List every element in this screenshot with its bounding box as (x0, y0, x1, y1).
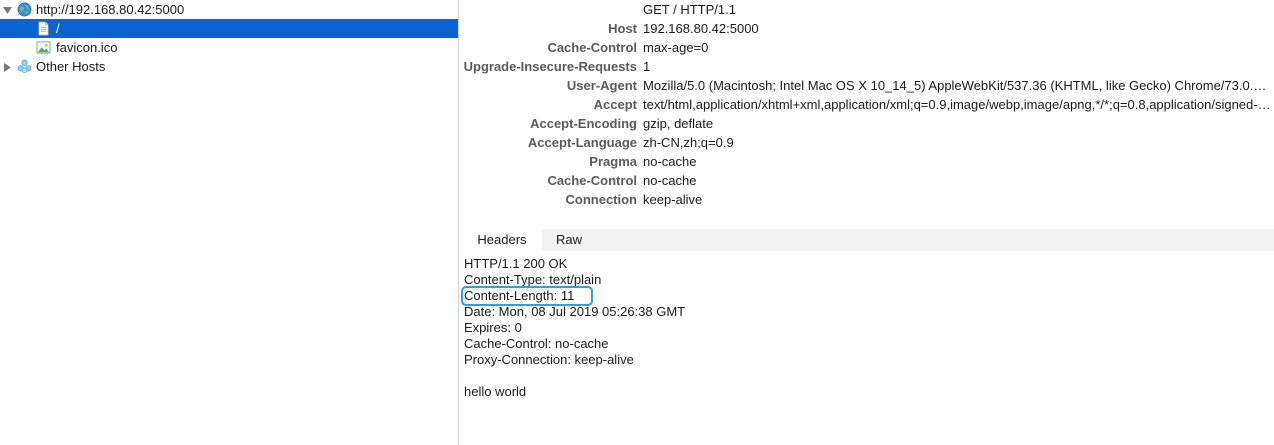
globe-icon (17, 2, 32, 17)
header-key: Cache-Control (547, 173, 637, 188)
request-line: GET / HTTP/1.1 (643, 2, 736, 17)
image-icon (36, 40, 51, 55)
request-line-row: GET / HTTP/1.1 (459, 0, 1274, 19)
header-key: Accept-Encoding (530, 116, 637, 131)
header-value: no-cache (643, 154, 697, 169)
header-key: User-Agent (566, 78, 637, 93)
request-header-row: Accept-Encoding gzip, deflate (459, 114, 1274, 133)
request-header-row: Upgrade-Insecure-Requests 1 (459, 57, 1274, 76)
header-value: text/html,application/xhtml+xml,applicat… (643, 97, 1271, 112)
header-key: Pragma (589, 154, 637, 169)
response-header-line-highlighted: Content-Length: 11 (461, 286, 593, 306)
tree-row-root-path[interactable]: / (0, 19, 458, 38)
header-value: keep-alive (643, 192, 703, 207)
header-key: Accept-Language (527, 135, 637, 150)
tree-row-host[interactable]: http://192.168.80.42:5000 (0, 0, 458, 19)
header-value: 1 (643, 59, 651, 74)
request-header-row: Cache-Control no-cache (459, 171, 1274, 190)
response-tab-bar: Headers Raw (462, 229, 1274, 251)
tree-label-host: http://192.168.80.42:5000 (36, 2, 185, 17)
detail-pane: GET / HTTP/1.1 Host 192.168.80.42:5000 C… (459, 0, 1274, 445)
header-value: max-age=0 (643, 40, 709, 55)
request-header-row: Connection keep-alive (459, 190, 1274, 209)
request-header-row: Pragma no-cache (459, 152, 1274, 171)
header-value: gzip, deflate (643, 116, 714, 131)
header-key: Cache-Control (547, 40, 637, 55)
tree-label-root-path: / (56, 21, 60, 36)
response-header-line: Proxy-Connection: keep-alive (464, 352, 634, 367)
header-value: 192.168.80.42:5000 (643, 21, 759, 36)
disclosure-triangle-expanded-icon[interactable] (2, 5, 12, 15)
tree-row-other-hosts[interactable]: Other Hosts (0, 57, 458, 76)
tab-raw[interactable]: Raw (546, 229, 592, 251)
request-header-row: Cache-Control max-age=0 (459, 38, 1274, 57)
header-value: Mozilla/5.0 (Macintosh; Intel Mac OS X 1… (643, 78, 1271, 93)
structure-tree: http://192.168.80.42:5000 / favicon.ico (0, 0, 458, 445)
header-key: Connection (565, 192, 638, 207)
header-value: zh-CN,zh;q=0.9 (643, 135, 734, 150)
tree-row-favicon[interactable]: favicon.ico (0, 38, 458, 57)
request-header-row: Accept text/html,application/xhtml+xml,a… (459, 95, 1274, 114)
response-body: hello world (464, 384, 527, 399)
disclosure-triangle-collapsed-icon[interactable] (2, 62, 12, 72)
request-header-row: User-Agent Mozilla/5.0 (Macintosh; Intel… (459, 76, 1274, 95)
header-key: Accept (593, 97, 637, 112)
tree-label-favicon: favicon.ico (56, 40, 118, 55)
response-header-line: Cache-Control: no-cache (464, 336, 609, 351)
header-key: Upgrade-Insecure-Requests (463, 59, 637, 74)
header-key: Host (608, 21, 637, 36)
request-header-row: Host 192.168.80.42:5000 (459, 19, 1274, 38)
tab-headers[interactable]: Headers (462, 229, 542, 251)
tree-label-other-hosts: Other Hosts (36, 59, 106, 74)
document-icon (36, 21, 51, 36)
cluster-icon (17, 59, 32, 74)
request-header-row: Accept-Language zh-CN,zh;q=0.9 (459, 133, 1274, 152)
header-value: no-cache (643, 173, 697, 188)
response-header-line: Expires: 0 (464, 320, 522, 335)
highlight-box (461, 286, 593, 306)
response-status-line: HTTP/1.1 200 OK (464, 256, 568, 271)
response-header-line: Date: Mon, 08 Jul 2019 05:26:38 GMT (464, 304, 686, 319)
